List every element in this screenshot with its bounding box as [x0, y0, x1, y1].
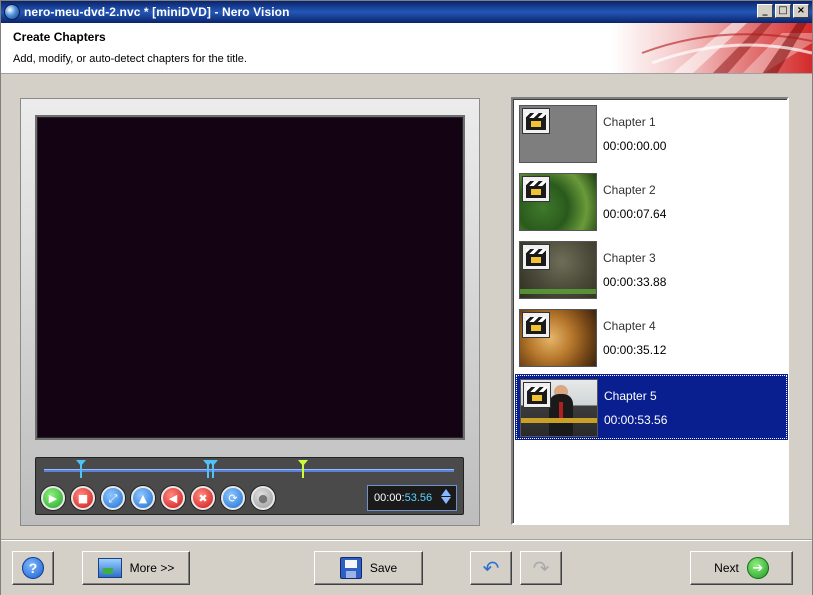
- chapter-time: 00:00:00.00: [603, 139, 667, 153]
- stop-button[interactable]: ■: [71, 486, 95, 510]
- save-button[interactable]: Save: [314, 551, 423, 585]
- title-bar: nero-meu-dvd-2.nvc * [miniDVD] - Nero Vi…: [1, 1, 812, 23]
- timeline-track[interactable]: [44, 469, 454, 472]
- chapter-name: Chapter 2: [603, 183, 656, 197]
- undo-button[interactable]: ↶: [470, 551, 512, 585]
- page-subtitle: Add, modify, or auto-detect chapters for…: [13, 53, 247, 65]
- more-button[interactable]: More >>: [82, 551, 190, 585]
- delete-all-chapters-button[interactable]: ✖: [191, 486, 215, 510]
- maximize-button[interactable]: □: [775, 4, 791, 18]
- help-icon: ?: [22, 557, 44, 579]
- chapter-time: 00:00:33.88: [603, 275, 667, 289]
- clapperboard-icon: [522, 312, 550, 338]
- auto-detect-button[interactable]: ⟳: [221, 486, 245, 510]
- bottom-toolbar: ? More >> Save ↶ ↷ Next ➔: [1, 540, 812, 595]
- chapter-list[interactable]: Chapter 1 00:00:00.00 Chapter 2 00:00:07…: [511, 97, 789, 525]
- minimize-button[interactable]: _: [757, 4, 773, 18]
- chapter-thumbnail: [520, 379, 598, 437]
- nero-app-icon[interactable]: [4, 4, 20, 20]
- window-controls: _ □ ×: [757, 4, 809, 18]
- chapter-name: Chapter 3: [603, 251, 656, 265]
- floppy-disk-icon: [339, 557, 362, 579]
- position-marker[interactable]: [298, 460, 308, 478]
- nero-vision-window: nero-meu-dvd-2.nvc * [miniDVD] - Nero Vi…: [0, 0, 813, 595]
- timecode-spinner[interactable]: [441, 489, 451, 504]
- chapter-time: 00:00:07.64: [603, 207, 667, 221]
- clapperboard-icon: [522, 176, 550, 202]
- chapter-marker[interactable]: [208, 460, 218, 478]
- control-buttons: ▶ ■ ⤢ ▲ ◀ ✖ ⟳ ●: [41, 486, 275, 510]
- add-chapter-button[interactable]: ▲: [131, 486, 155, 510]
- chapter-name: Chapter 1: [603, 115, 656, 129]
- chapter-marker[interactable]: [76, 460, 86, 478]
- more-button-label: More >>: [129, 561, 175, 575]
- chapter-thumbnail: [519, 241, 597, 299]
- page-title: Create Chapters: [13, 30, 106, 44]
- save-button-label: Save: [369, 561, 398, 575]
- window-title: nero-meu-dvd-2.nvc * [miniDVD] - Nero Vi…: [24, 5, 290, 19]
- chapter-item[interactable]: Chapter 3 00:00:33.88: [516, 238, 787, 302]
- disabled-option-button: ●: [251, 486, 275, 510]
- redo-button: ↷: [520, 551, 562, 585]
- chapter-time: 00:00:35.12: [603, 343, 667, 357]
- chapter-time: 00:00:53.56: [604, 413, 668, 427]
- chapter-item-selected[interactable]: Chapter 5 00:00:53.56: [515, 374, 788, 440]
- chapter-name: Chapter 5: [604, 389, 657, 403]
- clapperboard-icon: [523, 382, 551, 408]
- playback-controls: ▶ ■ ⤢ ▲ ◀ ✖ ⟳ ● 00:00: 53.56: [35, 457, 464, 515]
- redo-icon: ↷: [532, 556, 550, 580]
- remove-chapter-button[interactable]: ◀: [161, 486, 185, 510]
- fullscreen-button[interactable]: ⤢: [101, 486, 125, 510]
- close-button[interactable]: ×: [793, 4, 809, 18]
- chapter-item[interactable]: Chapter 1 00:00:00.00: [516, 102, 787, 166]
- chapter-thumbnail: [519, 173, 597, 231]
- chapter-item[interactable]: Chapter 4 00:00:35.12: [516, 306, 787, 370]
- video-preview: [35, 115, 465, 440]
- timecode-field[interactable]: 00:00: 53.56: [367, 485, 457, 511]
- next-button[interactable]: Next ➔: [690, 551, 793, 585]
- clapperboard-icon: [522, 108, 550, 134]
- header-banner-graphic: [612, 23, 812, 73]
- timecode-seconds: 53.56: [404, 492, 433, 504]
- clapperboard-icon: [522, 244, 550, 270]
- play-button[interactable]: ▶: [41, 486, 65, 510]
- page-header: Create Chapters Add, modify, or auto-det…: [1, 23, 812, 74]
- next-button-label: Next: [714, 561, 739, 575]
- chapter-thumbnail: [519, 105, 597, 163]
- chapter-item[interactable]: Chapter 2 00:00:07.64: [516, 170, 787, 234]
- help-button[interactable]: ?: [12, 551, 54, 585]
- undo-icon: ↶: [482, 556, 500, 580]
- next-arrow-icon: ➔: [746, 557, 769, 579]
- chapter-name: Chapter 4: [603, 319, 656, 333]
- more-options-icon: [97, 558, 122, 578]
- timecode-main: 00:00:: [374, 492, 405, 504]
- spin-down-icon[interactable]: [441, 497, 451, 504]
- spin-up-icon[interactable]: [441, 489, 451, 496]
- chapter-thumbnail: [519, 309, 597, 367]
